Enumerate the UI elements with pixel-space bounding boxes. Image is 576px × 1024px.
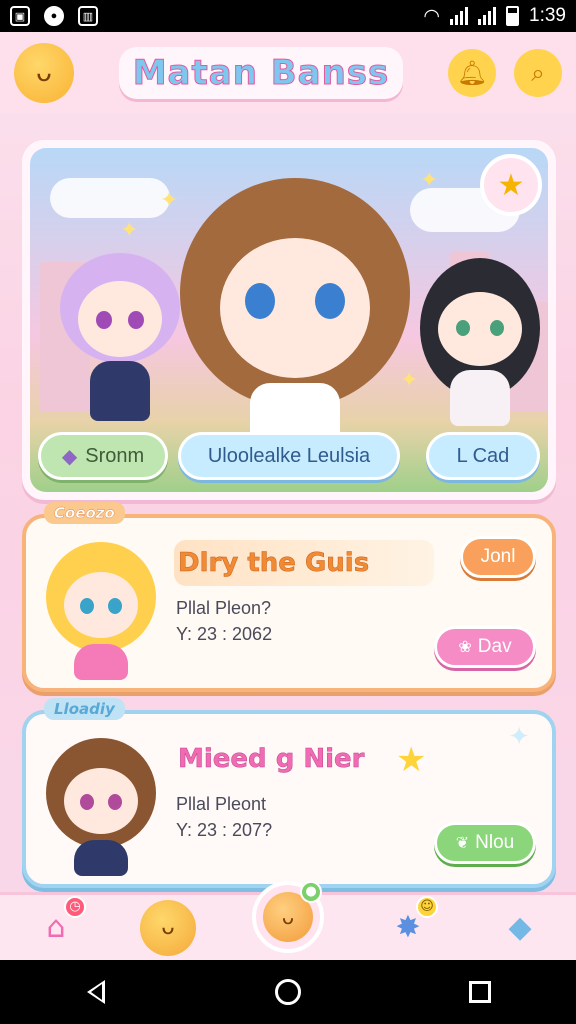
signal-icon xyxy=(478,7,497,25)
back-button[interactable] xyxy=(76,972,116,1012)
event-tag: Coeozo xyxy=(44,502,125,524)
sparkle-icon: ✦ xyxy=(508,722,530,752)
event-tag: Lloadiy xyxy=(44,698,125,720)
bottom-nav: ⌂ ◷ ᴗ ᴗ ● ✸ ☺ ◆ xyxy=(0,880,576,960)
event-title: Dlry the Guis xyxy=(174,540,434,586)
hero-banner[interactable]: ✦ ✦ ✦ ✦ ★ ◆ Sronm Uloolealke Leulsia L C… xyxy=(22,140,556,500)
chat-icon: ● xyxy=(44,6,64,26)
calendar-icon: ❀ xyxy=(458,639,472,656)
join-button[interactable]: Jonl xyxy=(460,536,536,578)
hero-button-2[interactable]: Uloolealke Leulsia xyxy=(178,432,400,480)
cat-mascot-icon[interactable]: ᴗ xyxy=(14,43,74,103)
leaf-icon: ❦ xyxy=(455,835,470,852)
sim-icon: ▥ xyxy=(78,6,98,26)
hero-button-1[interactable]: ◆ Sronm xyxy=(38,432,168,480)
home-button[interactable] xyxy=(268,972,308,1012)
recents-button[interactable] xyxy=(460,972,500,1012)
pet-icon[interactable]: ᴗ ● xyxy=(252,880,324,953)
notification-badge: ◷ xyxy=(64,895,86,918)
character-brown xyxy=(180,168,410,448)
system-nav xyxy=(0,960,576,1024)
bell-icon[interactable]: 🔔︎ xyxy=(448,49,496,97)
wifi-icon: ◠ xyxy=(423,5,441,27)
notification-badge: ☺ xyxy=(416,895,438,918)
event-date: Y: 23 : 207? xyxy=(176,820,273,840)
event-avatar xyxy=(46,532,156,682)
app-header: ᴗ Matan Banss 🔔︎ ⌕ xyxy=(0,32,576,114)
search-icon[interactable]: ⌕ xyxy=(514,49,562,97)
day-button[interactable]: ❀ Dav xyxy=(434,626,536,668)
gem-icon: ◆ xyxy=(61,445,78,468)
blob-icon[interactable]: ✸ ☺ xyxy=(380,895,438,956)
bird-icon[interactable]: ◆ xyxy=(492,900,548,956)
event-date: Y: 23 : 2062 xyxy=(176,624,273,644)
event-title: Mieed g Nier xyxy=(178,744,365,775)
event-subtitle: Pllal Pleon? xyxy=(176,598,272,618)
notification-badge: ● xyxy=(300,880,322,903)
event-avatar xyxy=(46,728,156,878)
star-icon: ★ xyxy=(396,740,427,780)
signal-icon xyxy=(450,7,469,25)
event-card[interactable]: Lloadiy Mieed g Nier ★ ✦ Pllal Pleont Y:… xyxy=(22,698,556,888)
battery-icon xyxy=(506,6,520,26)
status-bar: ▣ ● ▥ ◠ 1:39 xyxy=(0,0,576,32)
character-dark-hair xyxy=(420,258,540,438)
status-time: 1:39 xyxy=(529,5,566,26)
home-icon[interactable]: ⌂ ◷ xyxy=(28,895,86,956)
app-title: Matan Banss xyxy=(118,47,404,99)
hero-button-3[interactable]: L Cad xyxy=(426,432,540,480)
cat-icon[interactable]: ᴗ xyxy=(140,899,196,956)
star-icon[interactable]: ★ xyxy=(480,154,542,216)
event-subtitle: Pllal Pleont xyxy=(176,794,267,814)
new-button[interactable]: ❦ Nlou xyxy=(434,822,536,864)
hero-illustration: ✦ ✦ ✦ ✦ ★ ◆ Sronm Uloolealke Leulsia L C… xyxy=(30,148,548,492)
character-purple xyxy=(60,253,180,433)
image-icon: ▣ xyxy=(10,6,30,26)
event-card[interactable]: Coeozo Dlry the Guis Pllal Pleon? Y: 23 … xyxy=(22,502,556,692)
